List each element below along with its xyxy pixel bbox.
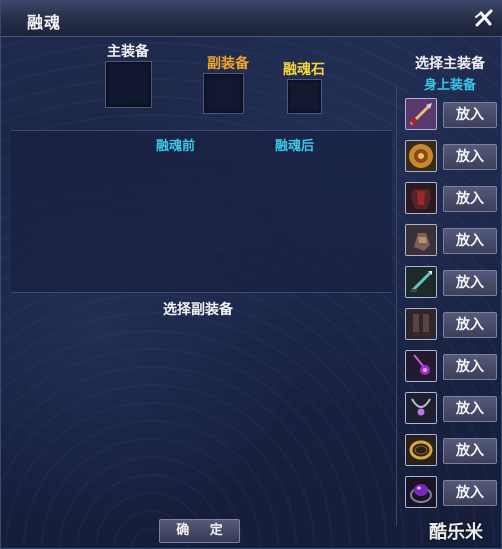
equip-row: 放入	[405, 350, 497, 384]
right-panel-divider	[396, 86, 397, 526]
main-equip-label: 主装备	[107, 44, 149, 60]
put-in-button[interactable]: 放入	[443, 312, 497, 338]
watermark: 酷乐米	[429, 522, 483, 543]
sub-equip-label: 副装备	[207, 56, 249, 72]
armor-icon[interactable]	[405, 182, 437, 214]
close-icon	[475, 9, 493, 27]
put-in-button[interactable]: 放入	[443, 396, 497, 422]
dagger-icon[interactable]	[405, 266, 437, 298]
equip-row: 放入	[405, 392, 497, 426]
put-in-button[interactable]: 放入	[443, 144, 497, 170]
put-in-button[interactable]: 放入	[443, 480, 497, 506]
after-fusion-label: 融魂后	[275, 139, 315, 154]
soul-stone-label: 融魂石	[283, 62, 325, 78]
title-bar[interactable]: 融魂	[1, 1, 502, 37]
necklace-icon[interactable]	[405, 392, 437, 424]
confirm-button[interactable]: 确 定	[159, 519, 240, 543]
gauntlet-icon[interactable]	[405, 224, 437, 256]
equip-row: 放入	[405, 182, 497, 216]
equip-row: 放入	[405, 434, 497, 468]
equip-row: 放入	[405, 224, 497, 258]
main-equip-slot[interactable]	[105, 61, 152, 108]
soul-fusion-window: 融魂 主装备 副装备 融魂石 融魂前 融魂后 选择副装备 选择主装备 身上装备 …	[0, 0, 502, 549]
ring-gem-icon[interactable]	[405, 476, 437, 508]
put-in-button[interactable]: 放入	[443, 102, 497, 128]
equip-row: 放入	[405, 308, 497, 342]
soul-stone-slot[interactable]	[287, 79, 322, 114]
put-in-button[interactable]: 放入	[443, 228, 497, 254]
before-fusion-label: 融魂前	[156, 139, 196, 154]
equip-row: 放入	[405, 266, 497, 300]
put-in-button[interactable]: 放入	[443, 186, 497, 212]
select-main-equip-title: 选择主装备	[415, 56, 485, 72]
compare-panel	[11, 130, 392, 293]
pendant-icon[interactable]	[405, 350, 437, 382]
select-sub-equip-label: 选择副装备	[163, 302, 233, 318]
boots-icon[interactable]	[405, 308, 437, 340]
put-in-button[interactable]: 放入	[443, 438, 497, 464]
window-title: 融魂	[27, 13, 62, 32]
put-in-button[interactable]: 放入	[443, 270, 497, 296]
close-button[interactable]	[471, 5, 497, 31]
equip-row: 放入	[405, 98, 497, 132]
equip-row: 放入	[405, 140, 497, 174]
shield-icon[interactable]	[405, 140, 437, 172]
sub-equip-slot[interactable]	[203, 73, 244, 114]
equipped-items-subtitle: 身上装备	[424, 78, 477, 93]
sword-icon[interactable]	[405, 98, 437, 130]
ring-gold-icon[interactable]	[405, 434, 437, 466]
put-in-button[interactable]: 放入	[443, 354, 497, 380]
equip-row: 放入	[405, 476, 497, 510]
